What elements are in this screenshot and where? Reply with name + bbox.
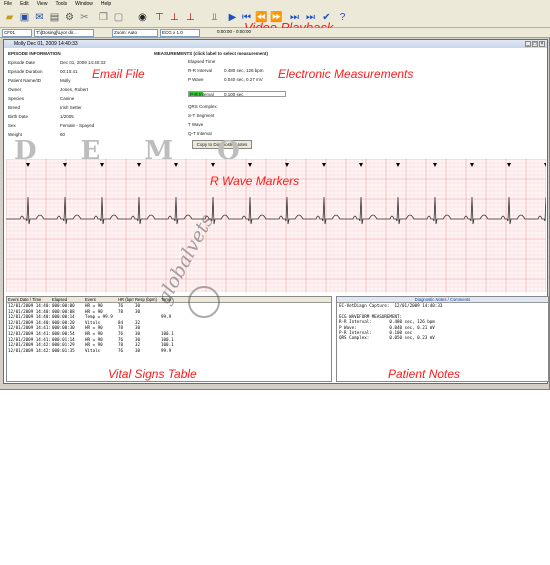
table-cell: 99.9 [161,347,172,353]
menu-view[interactable]: View [37,0,48,8]
annotation-patient-notes: Patient Notes [388,367,461,381]
measure-label[interactable]: P-R Interval [190,92,214,97]
menu-file[interactable]: File [4,0,12,8]
notes-line: QRS Complex: 0.050 sec, 0.23 mV [339,335,435,341]
measure-value: 0.040 sec, 0.27 mV [224,77,263,82]
field-label: Sex [8,123,16,128]
close-icon[interactable]: × [539,41,545,47]
field-value: Dec 01, 2009 14:40:33 [60,60,106,65]
field-value: Molly [60,78,71,83]
menu-help[interactable]: Help [101,0,111,8]
annotation-electronic-measurements: Electronic Measurements [278,67,414,81]
channel-select[interactable]: CF01 [2,29,32,37]
measure-label[interactable]: Elapsed Time [188,59,215,64]
measure-label[interactable]: R-R Interval [188,68,212,73]
field-value: 60 [60,132,66,137]
annotation-email-file: Email File [92,67,145,81]
time-readout: 0:00:00 - 0:00:00 [216,29,260,37]
episode-heading: EPISODE INFORMATION [8,51,61,56]
print-icon[interactable]: ▤ [48,11,61,24]
copy-icon[interactable]: ❐ [97,11,110,24]
field-value: Jones, Robert [60,87,89,92]
play-icon[interactable]: ▶ [226,11,239,24]
notes-body[interactable]: EC-VetDiagn Capture: 12/01/2009 14:40:33… [337,303,548,341]
episode-window: Molly Dec 01, 2009 14:40:33 _ □ × EPISOD… [3,39,549,384]
table-row[interactable]: 12/01/2009 14:42:08000:01:35 Vitals 76 30 99… [7,348,331,354]
address-bar: CF01 T:\[Dosing]\Lyor dir... Zoom: Auto … [0,28,550,38]
table-cell: Vitals [85,347,101,353]
field-value: 00:10:41 [60,69,78,74]
menu-bar: File Edit View Tools Window Help [0,0,550,8]
table-cell: 76 [118,347,124,353]
window-title: Molly Dec 01, 2009 14:40:33 [4,40,547,48]
help-icon[interactable]: ? [336,11,349,24]
measure-label[interactable]: Q-T Interval [188,131,212,136]
menu-tools[interactable]: Tools [55,0,67,8]
binoculars-icon[interactable]: ◉ [136,11,149,24]
table-cell: 12/01/2009 14:42:08 [8,347,51,353]
field-value: Irish Setter [60,105,82,110]
measure-value: 0.100 sec [224,92,244,97]
minimize-icon[interactable]: _ [525,41,531,47]
field-label: Episode Date [8,60,36,65]
open-folder-icon[interactable]: ▰ [3,11,16,24]
field-value: 1/2005 [60,114,74,119]
table-body: 12/01/2009 14:40:33000:00:00HR = 9076301… [7,303,331,353]
annotation-vital-signs-table: Vital Signs Table [108,367,197,381]
caliper-icon[interactable]: ⫫ [208,11,221,24]
field-value: Female - Spayed [60,123,95,128]
marker-align-icon[interactable]: ⊥ [184,11,197,24]
maximize-icon[interactable]: □ [532,41,538,47]
marker-down-icon[interactable]: ⊥ [168,11,181,24]
marker-up-icon[interactable]: ⊤ [153,11,166,24]
settings-icon[interactable]: ⚙ [63,11,76,24]
measurements-heading: MEASUREMENTS (click label to select meas… [154,51,269,56]
zoom-select[interactable]: Zoom: Auto [112,29,158,37]
save-icon[interactable]: ▣ [18,11,31,24]
col-header[interactable]: Event [84,297,117,302]
measure-label[interactable]: S-T Segment [188,113,214,118]
menu-edit[interactable]: Edit [20,0,29,8]
window-controls: _ □ × [525,41,545,47]
col-header[interactable]: HR (bpm) [117,297,134,302]
measure-value: 0.480 sec, 126 bpm [224,68,264,73]
field-label: Episode Duration [8,69,43,74]
measure-label[interactable]: QRS Complex [188,104,217,109]
table-cell: 000:01:35 [52,347,75,353]
app-screen: File Edit View Tools Window Help ▰ ▣ ✉ ▤… [0,0,550,390]
annotation-r-wave-markers: R Wave Markers [210,174,300,188]
col-header[interactable]: Elapsed [51,297,84,302]
email-icon[interactable]: ✉ [33,11,46,24]
field-label: Species [8,96,25,101]
measure-label[interactable]: P Wave [188,77,204,82]
col-header[interactable]: Event Date / Time [7,297,51,302]
menu-window[interactable]: Window [75,0,93,8]
field-label: Weight [8,132,22,137]
field-label: Breed [8,105,21,110]
field-value: Canine [60,96,75,101]
field-label: Owner [8,87,22,92]
cut-icon[interactable]: ✂ [78,11,91,24]
field-label: Patient Name/ID [8,78,42,83]
paste-icon[interactable]: ▢ [112,11,125,24]
watermark-logo-icon [188,286,220,318]
file-path-field[interactable]: T:\[Dosing]\Lyor dir... [34,29,94,37]
gain-select[interactable]: ECG x 1.0 [160,29,200,37]
table-cell: 30 [135,347,141,353]
measure-label[interactable]: T Wave [188,122,203,127]
field-label: Birth Date [8,114,29,119]
